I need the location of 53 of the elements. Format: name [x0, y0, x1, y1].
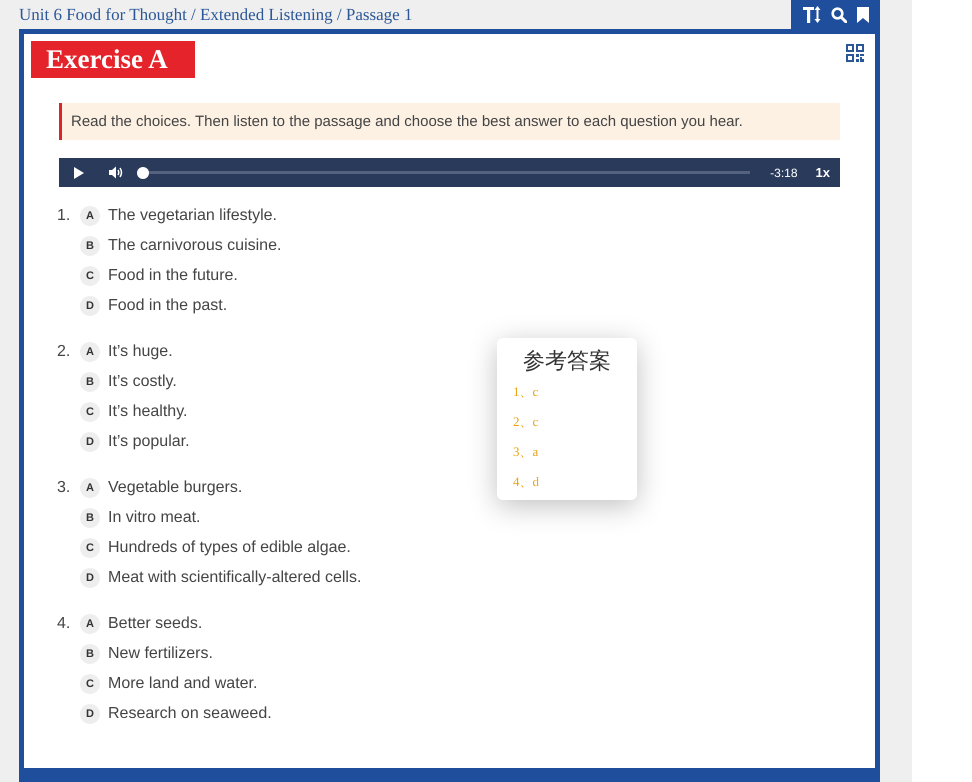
question-number: 2.	[57, 342, 70, 362]
bookmark-icon[interactable]	[856, 6, 868, 22]
choice-letter[interactable]: A	[80, 478, 100, 498]
instruction-text: Read the choices. Then listen to the passage and choose the best answer to each question you hear.	[59, 103, 840, 140]
option-text: Hundreds of types of edible algae.	[108, 539, 351, 557]
progress-thumb[interactable]	[137, 166, 149, 178]
question-number: 1.	[57, 206, 70, 226]
answer-key-item: 3、a	[513, 443, 540, 461]
option-text: Research on seaweed.	[108, 705, 272, 723]
option-text: More land and water.	[108, 675, 258, 693]
option-text: Meat with scientifically-altered cells.	[108, 569, 362, 587]
choice-letter[interactable]: C	[80, 402, 100, 422]
choice-letter[interactable]: D	[80, 704, 100, 724]
choice-letter[interactable]: B	[80, 508, 100, 528]
choice-letter[interactable]: C	[80, 674, 100, 694]
play-icon[interactable]	[74, 166, 84, 178]
option-text: Food in the past.	[108, 297, 228, 315]
volume-icon[interactable]	[109, 166, 123, 179]
option-text: The vegetarian lifestyle.	[108, 207, 277, 225]
choice-letter[interactable]: D	[80, 296, 100, 316]
option-text: It’s popular.	[108, 433, 190, 451]
choice-letter[interactable]: B	[80, 372, 100, 392]
qr-code-icon[interactable]	[846, 44, 864, 62]
speed-button[interactable]: 1x	[816, 165, 830, 180]
option-text: The carnivorous cuisine.	[108, 237, 282, 255]
option-text: Food in the future.	[108, 267, 238, 285]
option-text: In vitro meat.	[108, 509, 200, 527]
popup-title: 参考答案	[522, 348, 612, 376]
choice-letter[interactable]: B	[80, 644, 100, 664]
search-icon[interactable]	[830, 6, 846, 22]
option-text: It’s healthy.	[108, 403, 188, 421]
choice-letter[interactable]: C	[80, 538, 100, 558]
answer-key-item: 1、c	[513, 383, 540, 401]
choice-letter[interactable]: A	[80, 614, 100, 634]
choice-letter[interactable]: C	[80, 266, 100, 286]
choice-letter[interactable]: D	[80, 432, 100, 452]
breadcrumb: Unit 6 Food for Thought / Extended Listening / Passage 1	[19, 4, 412, 24]
answer-key-item: 4、d	[513, 473, 540, 491]
time-remaining: -3:18	[770, 166, 798, 180]
option-text: New fertilizers.	[108, 645, 213, 663]
choice-letter[interactable]: B	[80, 236, 100, 256]
option-text: Vegetable burgers.	[108, 479, 242, 497]
question-number: 4.	[57, 614, 70, 634]
exercise-title: Exercise A	[31, 41, 195, 78]
answer-key-item: 2、c	[513, 413, 540, 431]
option-text: It’s costly.	[108, 373, 177, 391]
choice-letter[interactable]: D	[80, 568, 100, 588]
question-number: 3.	[57, 478, 70, 498]
choice-letter[interactable]: A	[80, 342, 100, 362]
option-text: Better seeds.	[108, 615, 202, 633]
text-size-icon[interactable]	[802, 6, 820, 23]
option-text: It’s huge.	[108, 343, 173, 361]
choice-letter[interactable]: A	[80, 206, 100, 226]
